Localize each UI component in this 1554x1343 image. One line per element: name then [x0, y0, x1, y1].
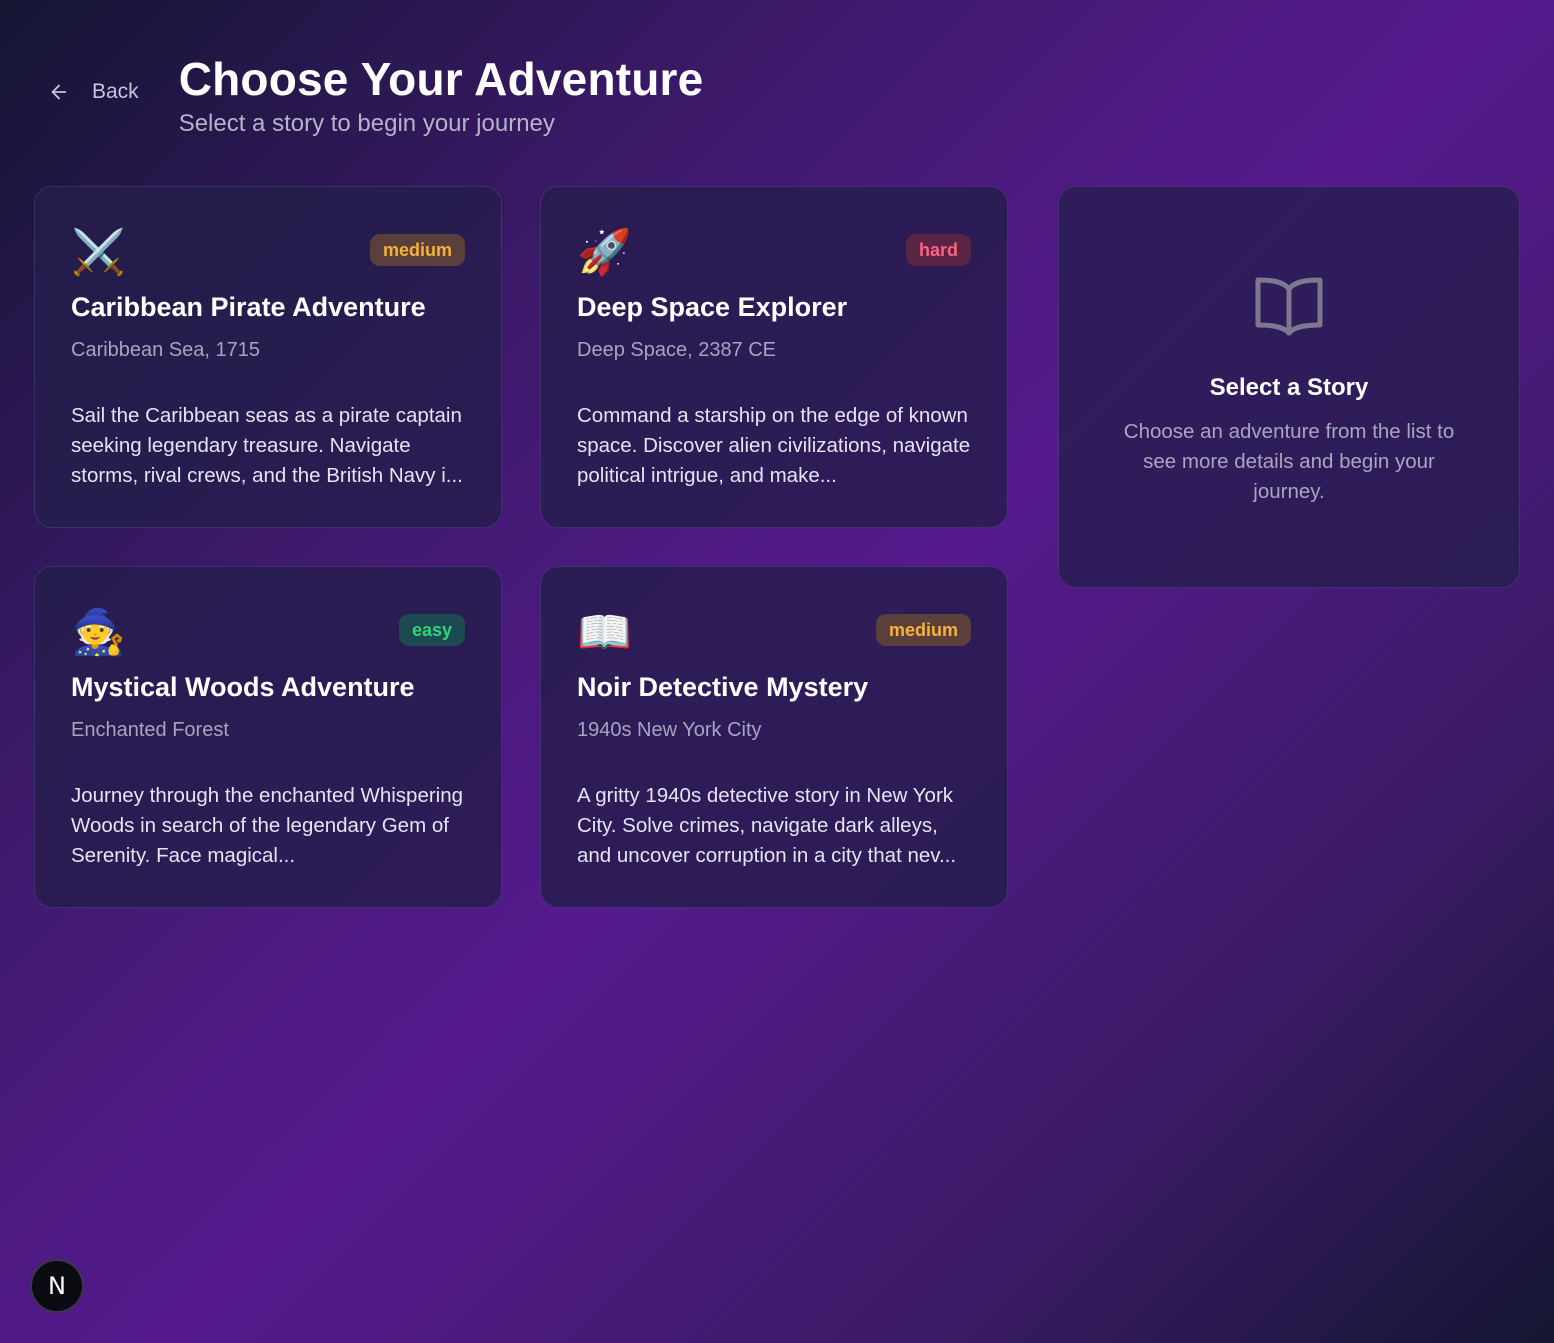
story-setting: 1940s New York City	[577, 719, 762, 741]
title-block: Choose Your Adventure Select a story to …	[179, 54, 704, 138]
story-title: Caribbean Pirate Adventure	[71, 292, 426, 322]
story-setting: Caribbean Sea, 1715	[71, 339, 261, 361]
story-description: A gritty 1940s detective story in New Yo…	[577, 784, 957, 867]
difficulty-badge: easy	[398, 614, 465, 646]
story-card-woods[interactable]: 🧙 easy Mystical Woods Adventure Enchante…	[34, 566, 502, 908]
back-button[interactable]: Back	[48, 80, 139, 104]
story-setting: Enchanted Forest	[71, 719, 229, 741]
book-outline-icon	[1255, 277, 1323, 336]
dev-tools-badge[interactable]: N	[30, 1259, 84, 1313]
story-description: Sail the Caribbean seas as a pirate capt…	[71, 404, 463, 487]
open-book-icon: 📖	[577, 608, 632, 657]
story-card-pirate[interactable]: ⚔️ medium Caribbean Pirate Adventure Car…	[34, 186, 502, 528]
rocket-icon: 🚀	[577, 228, 632, 277]
crossed-swords-icon: ⚔️	[71, 228, 126, 277]
panel-title: Select a Story	[1209, 374, 1369, 401]
panel-text: Choose an adventure from the list to see…	[1123, 420, 1455, 503]
story-description: Command a starship on the edge of known …	[577, 404, 971, 487]
story-setting: Deep Space, 2387 CE	[577, 339, 777, 361]
story-detail-panel: Select a Story Choose an adventure from …	[1058, 186, 1520, 588]
story-card-space[interactable]: 🚀 hard Deep Space Explorer Deep Space, 2…	[540, 186, 1008, 528]
page-header: Back Choose Your Adventure Select a stor…	[48, 54, 703, 138]
back-label: Back	[92, 80, 139, 103]
difficulty-badge: medium	[875, 614, 971, 646]
story-title: Noir Detective Mystery	[577, 672, 869, 702]
difficulty-badge: hard	[905, 234, 971, 266]
story-title: Mystical Woods Adventure	[71, 672, 415, 702]
arrow-left-icon	[51, 84, 67, 100]
difficulty-badge: medium	[369, 234, 465, 266]
story-title: Deep Space Explorer	[577, 292, 848, 322]
story-description: Journey through the enchanted Whispering…	[71, 784, 464, 867]
page-subtitle: Select a story to begin your journey	[178, 110, 555, 137]
wizard-icon: 🧙	[71, 608, 126, 657]
story-card-noir[interactable]: 📖 medium Noir Detective Mystery 1940s Ne…	[540, 566, 1008, 908]
page-title: Choose Your Adventure	[178, 53, 704, 105]
